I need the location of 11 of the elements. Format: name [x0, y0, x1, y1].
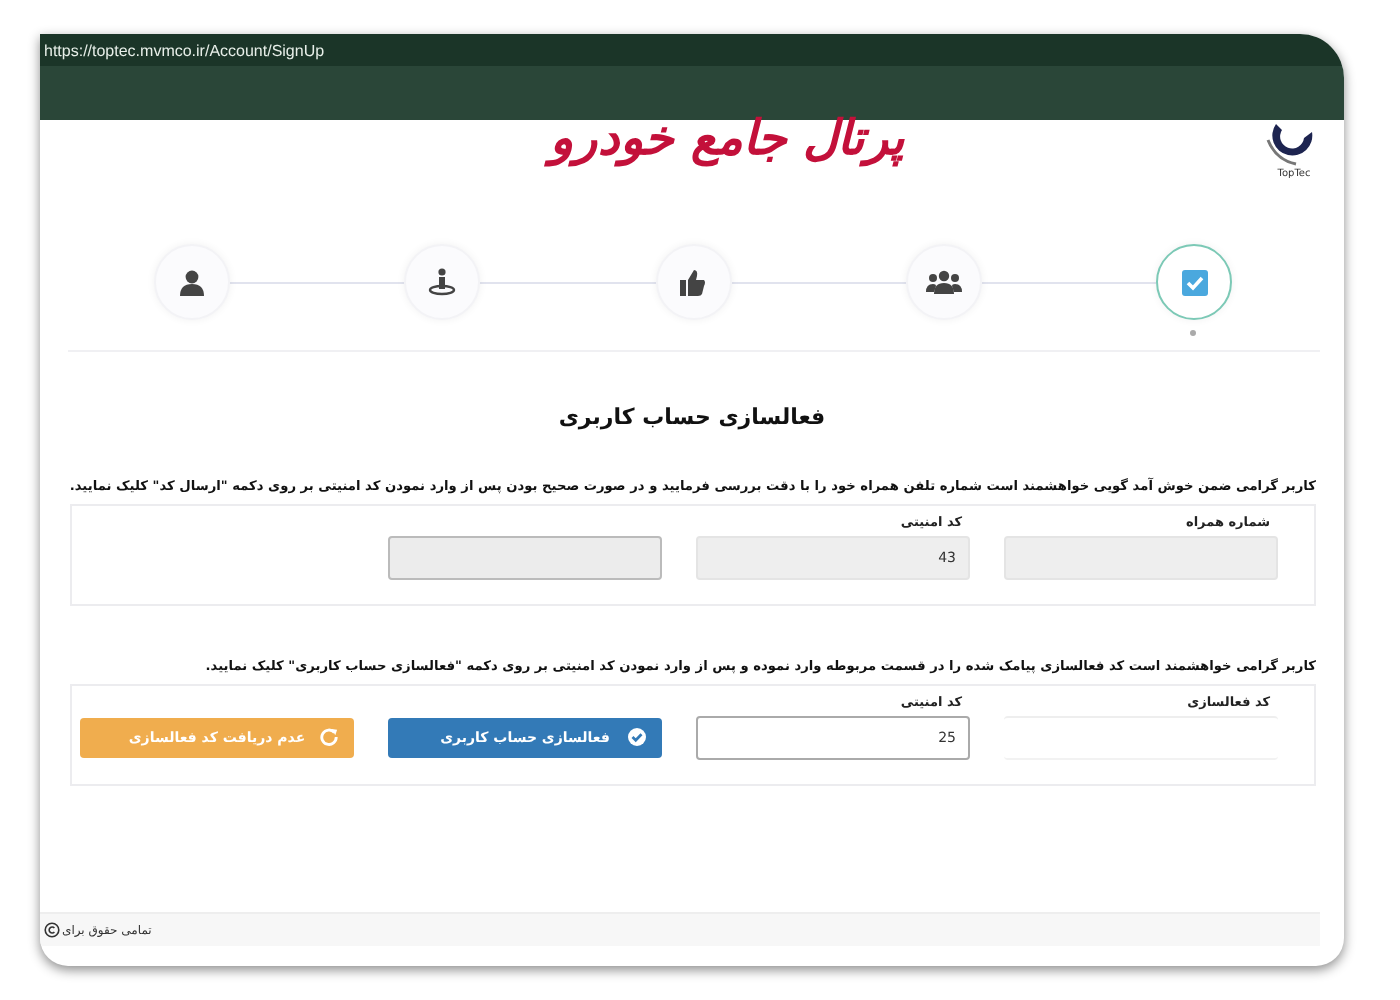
person-on-spot-icon: [428, 268, 457, 296]
group-icon: [925, 270, 962, 294]
thumbs-up-icon: [680, 269, 706, 295]
checkbox-icon: [1181, 269, 1207, 295]
copyright-icon: [44, 922, 60, 938]
user-icon: [180, 269, 204, 295]
address-bar[interactable]: https://toptec.mvmco.ir/Account/SignUp: [40, 34, 1344, 66]
current-step-dot: [1190, 330, 1196, 336]
refresh-icon: [320, 728, 338, 746]
check-circle-icon: [628, 728, 646, 746]
page-heading: فعالسازی حساب کاربری: [556, 404, 828, 430]
